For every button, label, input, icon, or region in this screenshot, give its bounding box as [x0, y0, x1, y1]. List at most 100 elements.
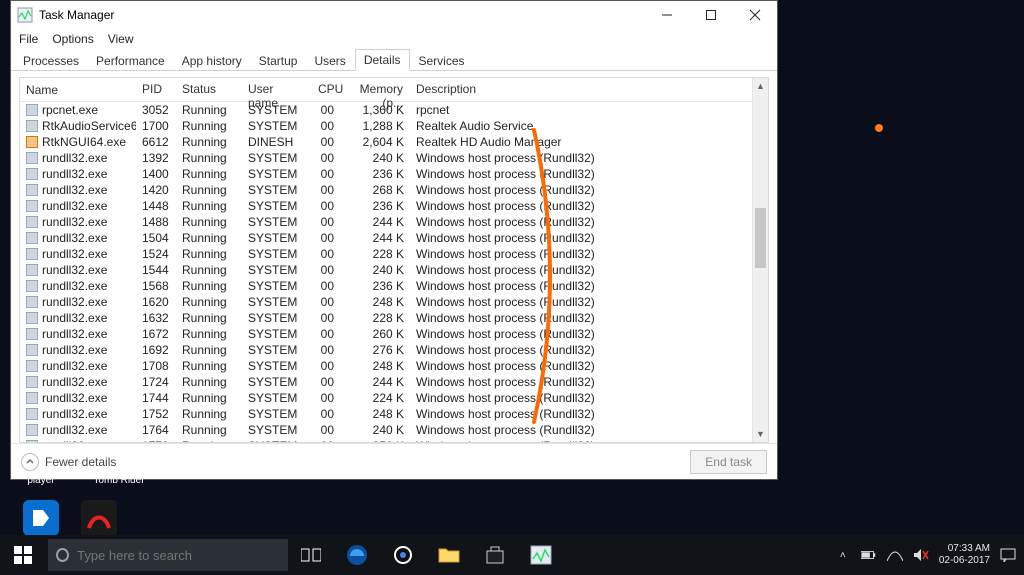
taskbar-edge[interactable]	[334, 535, 380, 575]
maximize-button[interactable]	[689, 1, 733, 29]
process-memory: 248 K	[340, 407, 410, 421]
process-description: Windows host process (Rundll32)	[410, 151, 768, 165]
col-status[interactable]: Status	[176, 78, 242, 101]
process-cpu: 00	[312, 311, 340, 325]
tab-startup[interactable]: Startup	[251, 51, 306, 71]
table-row[interactable]: rundll32.exe1752RunningSYSTEM00248 KWind…	[20, 406, 768, 422]
tab-users[interactable]: Users	[306, 51, 353, 71]
minimize-button[interactable]	[645, 1, 689, 29]
start-button[interactable]	[0, 535, 46, 575]
process-pid: 1400	[136, 167, 176, 181]
process-status: Running	[176, 423, 242, 437]
table-row[interactable]: rundll32.exe1708RunningSYSTEM00248 KWind…	[20, 358, 768, 374]
menu-file[interactable]: File	[19, 32, 38, 46]
table-row[interactable]: rundll32.exe1448RunningSYSTEM00236 KWind…	[20, 198, 768, 214]
process-pid: 1724	[136, 375, 176, 389]
table-row[interactable]: rundll32.exe1544RunningSYSTEM00240 KWind…	[20, 262, 768, 278]
col-pid[interactable]: PID	[136, 78, 176, 101]
process-user: SYSTEM	[242, 439, 312, 442]
taskbar-clock[interactable]: 07:33 AM 02-06-2017	[939, 543, 990, 567]
process-status: Running	[176, 199, 242, 213]
process-cpu: 00	[312, 279, 340, 293]
col-name[interactable]: Name	[20, 78, 136, 101]
process-memory: 260 K	[340, 327, 410, 341]
scrollbar-thumb[interactable]	[755, 208, 766, 268]
process-cpu: 00	[312, 343, 340, 357]
process-icon	[26, 152, 38, 164]
table-row[interactable]: rundll32.exe1724RunningSYSTEM00244 KWind…	[20, 374, 768, 390]
chrome-icon	[392, 544, 414, 566]
menu-options[interactable]: Options	[52, 32, 93, 46]
scroll-up-icon[interactable]: ▲	[753, 78, 768, 94]
table-row[interactable]: rundll32.exe1672RunningSYSTEM00260 KWind…	[20, 326, 768, 342]
col-description[interactable]: Description	[410, 78, 768, 101]
process-user: SYSTEM	[242, 183, 312, 197]
grid-header: Name PID Status User name CPU Memory (p.…	[20, 78, 768, 102]
process-user: SYSTEM	[242, 263, 312, 277]
tab-performance[interactable]: Performance	[88, 51, 173, 71]
tab-details[interactable]: Details	[355, 49, 410, 71]
taskbar-task-manager[interactable]	[518, 535, 564, 575]
process-description: Realtek HD Audio Manager	[410, 135, 768, 149]
table-row[interactable]: rpcnet.exe3052RunningSYSTEM001,360 Krpcn…	[20, 102, 768, 118]
tab-processes[interactable]: Processes	[15, 51, 87, 71]
table-row[interactable]: rundll32.exe1764RunningSYSTEM00240 KWind…	[20, 422, 768, 438]
col-username[interactable]: User name	[242, 78, 312, 101]
action-center-icon[interactable]	[1000, 547, 1016, 563]
table-row[interactable]: rundll32.exe1488RunningSYSTEM00244 KWind…	[20, 214, 768, 230]
titlebar[interactable]: Task Manager	[11, 1, 777, 29]
taskbar-store[interactable]	[472, 535, 518, 575]
table-row[interactable]: rundll32.exe1772RunningSYSTEM00256 KWind…	[20, 438, 768, 442]
process-cpu: 00	[312, 439, 340, 442]
network-icon[interactable]	[887, 547, 903, 563]
taskbar-chrome[interactable]	[380, 535, 426, 575]
battery-icon[interactable]	[861, 547, 877, 563]
close-button[interactable]	[733, 1, 777, 29]
process-memory: 248 K	[340, 359, 410, 373]
process-description: Windows host process (Rundll32)	[410, 263, 768, 277]
menu-view[interactable]: View	[108, 32, 134, 46]
task-view-button[interactable]	[288, 535, 334, 575]
table-row[interactable]: rundll32.exe1392RunningSYSTEM00240 KWind…	[20, 150, 768, 166]
process-icon	[26, 344, 38, 356]
process-pid: 1524	[136, 247, 176, 261]
vertical-scrollbar[interactable]: ▲ ▼	[752, 78, 768, 442]
table-row[interactable]: rundll32.exe1504RunningSYSTEM00244 KWind…	[20, 230, 768, 246]
table-row[interactable]: rundll32.exe1692RunningSYSTEM00276 KWind…	[20, 342, 768, 358]
desktop-icon-player[interactable]: player	[12, 475, 70, 486]
fewer-details-toggle[interactable]: Fewer details	[21, 453, 116, 471]
process-icon	[26, 440, 38, 442]
tab-app-history[interactable]: App history	[174, 51, 250, 71]
task-manager-icon	[530, 545, 552, 565]
col-cpu[interactable]: CPU	[312, 78, 340, 101]
end-task-button[interactable]: End task	[690, 450, 767, 474]
process-name: rundll32.exe	[42, 359, 107, 373]
search-input[interactable]	[77, 548, 288, 563]
table-row[interactable]: rundll32.exe1420RunningSYSTEM00268 KWind…	[20, 182, 768, 198]
process-icon	[26, 120, 38, 132]
table-row[interactable]: rundll32.exe1632RunningSYSTEM00228 KWind…	[20, 310, 768, 326]
col-memory[interactable]: Memory (p...	[340, 78, 410, 101]
table-row[interactable]: rundll32.exe1524RunningSYSTEM00228 KWind…	[20, 246, 768, 262]
process-user: SYSTEM	[242, 119, 312, 133]
table-row[interactable]: RtkNGUI64.exe6612RunningDINESH002,604 KR…	[20, 134, 768, 150]
process-pid: 1672	[136, 327, 176, 341]
table-row[interactable]: rundll32.exe1620RunningSYSTEM00248 KWind…	[20, 294, 768, 310]
desktop-icon-tomb-rider[interactable]: Tomb Rider	[90, 475, 148, 486]
process-user: SYSTEM	[242, 231, 312, 245]
process-memory: 2,604 K	[340, 135, 410, 149]
scroll-down-icon[interactable]: ▼	[753, 426, 768, 442]
table-row[interactable]: RtkAudioService64.exe1700RunningSYSTEM00…	[20, 118, 768, 134]
store-icon	[485, 545, 505, 565]
process-user: SYSTEM	[242, 391, 312, 405]
tray-chevron-icon[interactable]: ˄	[835, 547, 851, 563]
table-row[interactable]: rundll32.exe1400RunningSYSTEM00236 KWind…	[20, 166, 768, 182]
volume-muted-icon[interactable]	[913, 547, 929, 563]
taskbar-file-explorer[interactable]	[426, 535, 472, 575]
tab-services[interactable]: Services	[411, 51, 473, 71]
taskbar-search[interactable]	[48, 539, 288, 571]
process-name: rundll32.exe	[42, 263, 107, 277]
process-user: SYSTEM	[242, 375, 312, 389]
table-row[interactable]: rundll32.exe1744RunningSYSTEM00224 KWind…	[20, 390, 768, 406]
table-row[interactable]: rundll32.exe1568RunningSYSTEM00236 KWind…	[20, 278, 768, 294]
